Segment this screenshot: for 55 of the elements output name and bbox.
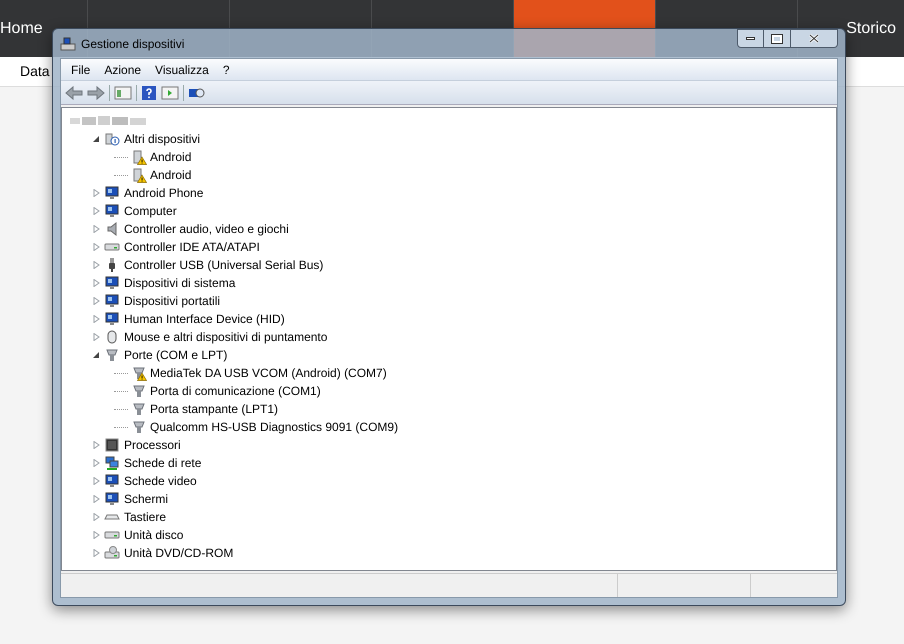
forward-arrow-icon[interactable]: [87, 84, 105, 100]
tree-item[interactable]: Controller audio, video e giochi: [124, 220, 289, 238]
tree-item[interactable]: Processori: [124, 436, 181, 454]
minimize-button[interactable]: [737, 29, 764, 48]
network-icon: [104, 455, 120, 471]
tree-item[interactable]: Qualcomm HS-USB Diagnostics 9091 (COM9): [150, 418, 398, 436]
monitor-icon: [104, 203, 120, 219]
unknown-device-icon: [104, 131, 120, 147]
drive-icon: [104, 531, 120, 539]
tree-item[interactable]: Human Interface Device (HID): [124, 310, 285, 328]
maximize-button[interactable]: [764, 29, 791, 48]
monitor-icon: [104, 185, 120, 201]
tree-item[interactable]: MediaTek DA USB VCOM (Android) (COM7): [150, 364, 387, 382]
device-manager-icon: [60, 36, 76, 52]
menu-item[interactable]: File: [65, 60, 96, 78]
subbar-label: Data: [20, 62, 50, 81]
tree-item[interactable]: Tastiere: [124, 508, 166, 526]
monitor-icon: [104, 293, 120, 309]
tree-item[interactable]: Schermi: [124, 490, 168, 508]
expander-icon[interactable]: [93, 135, 100, 143]
tree-item[interactable]: Unità DVD/CD-ROM: [124, 544, 234, 562]
expander-icon[interactable]: [93, 351, 100, 359]
drive-icon: [104, 243, 120, 251]
tree-item[interactable]: Android Phone: [124, 184, 204, 202]
tree-item[interactable]: Porta stampante (LPT1): [150, 400, 278, 418]
tree-item[interactable]: Dispositivi di sistema: [124, 274, 236, 292]
tree-item[interactable]: Android: [150, 148, 192, 166]
tree-item[interactable]: Porte (COM e LPT): [124, 346, 228, 364]
tree-item[interactable]: Dispositivi portatili: [124, 292, 220, 310]
tree-item[interactable]: Schede di rete: [124, 454, 202, 472]
chip-icon: [104, 437, 120, 453]
close-icon: [809, 34, 819, 43]
tree-item[interactable]: Schede video: [124, 472, 197, 490]
back-arrow-icon[interactable]: [65, 84, 83, 100]
menu-item[interactable]: Azione: [98, 60, 148, 78]
monitor-icon: [104, 491, 120, 507]
tree-item[interactable]: Porta di comunicazione (COM1): [150, 382, 321, 400]
tree-item[interactable]: Android: [150, 166, 192, 184]
menu-item[interactable]: Visualizza: [149, 60, 215, 78]
port-icon: [104, 347, 120, 363]
action-pane-icon[interactable]: [161, 84, 179, 100]
drive-icon: [104, 545, 120, 561]
tree-item[interactable]: Computer: [124, 202, 177, 220]
tree-item[interactable]: Unità disco: [124, 526, 184, 544]
monitor-icon: [104, 275, 120, 291]
monitor-icon: [104, 473, 120, 489]
tree-item[interactable]: Controller USB (Universal Serial Bus): [124, 256, 324, 274]
tree-item[interactable]: Mouse e altri dispositivi di puntamento: [124, 328, 328, 346]
close-button[interactable]: [791, 29, 838, 48]
tree-item[interactable]: Altri dispositivi: [124, 130, 200, 148]
menu-item[interactable]: ?: [216, 60, 236, 78]
console-tree-icon[interactable]: [114, 84, 132, 100]
help-icon[interactable]: [141, 84, 157, 100]
monitor-icon: [104, 311, 120, 327]
tree-item[interactable]: Controller IDE ATA/ATAPI: [124, 238, 260, 256]
